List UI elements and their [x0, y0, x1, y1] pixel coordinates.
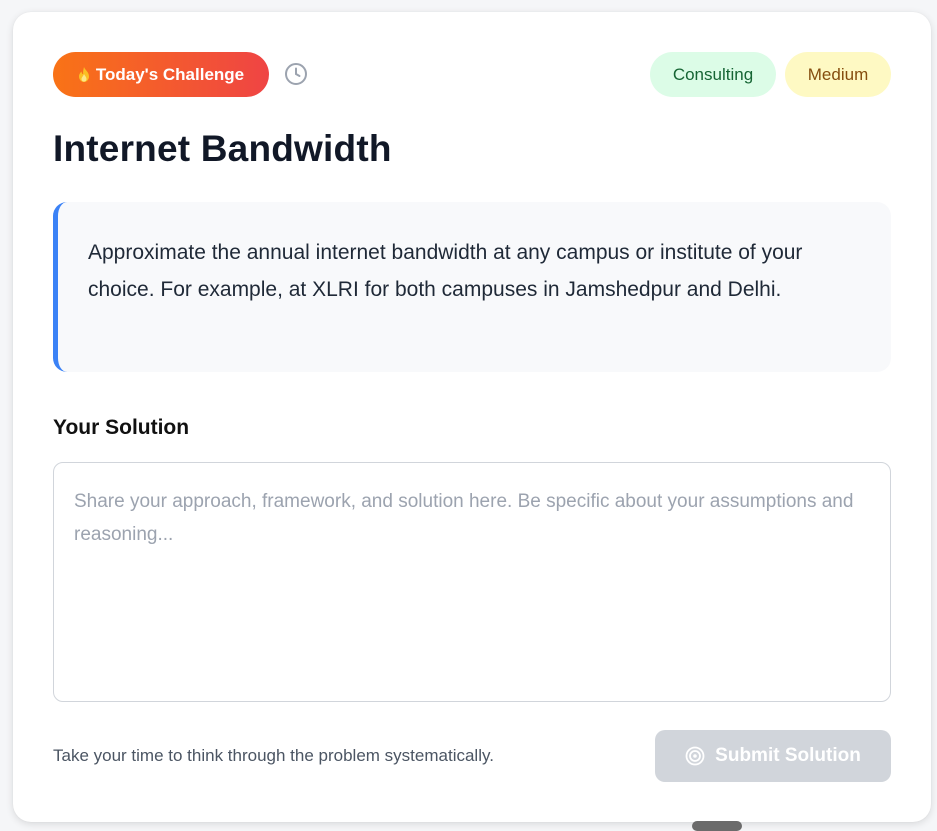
submit-solution-label: Submit Solution	[715, 745, 861, 766]
solution-textarea[interactable]	[53, 462, 891, 702]
footer-hint: Take your time to think through the prob…	[53, 746, 494, 765]
solution-label: Your Solution	[53, 416, 190, 439]
problem-description: Approximate the annual internet bandwidt…	[88, 241, 803, 301]
difficulty-tag: Medium	[785, 52, 891, 97]
todays-challenge-label: Today's Challenge	[95, 64, 245, 84]
challenge-card: Today's Challenge Consulting Medium Inte…	[13, 12, 931, 822]
todays-challenge-badge: Today's Challenge	[53, 52, 269, 97]
category-tag-label: Consulting	[672, 64, 754, 84]
submit-solution-button[interactable]: Submit Solution	[655, 730, 891, 782]
scroll-handle[interactable]	[692, 821, 742, 831]
clock-icon[interactable]	[284, 62, 308, 86]
fire-icon	[78, 67, 90, 82]
card-header: Today's Challenge Consulting Medium	[53, 52, 891, 97]
category-tag: Consulting	[650, 52, 776, 97]
difficulty-tag-label: Medium	[807, 64, 869, 84]
problem-title: Internet Bandwidth	[53, 128, 392, 169]
target-icon	[685, 746, 705, 766]
problem-description-box: Approximate the annual internet bandwidt…	[53, 202, 891, 372]
